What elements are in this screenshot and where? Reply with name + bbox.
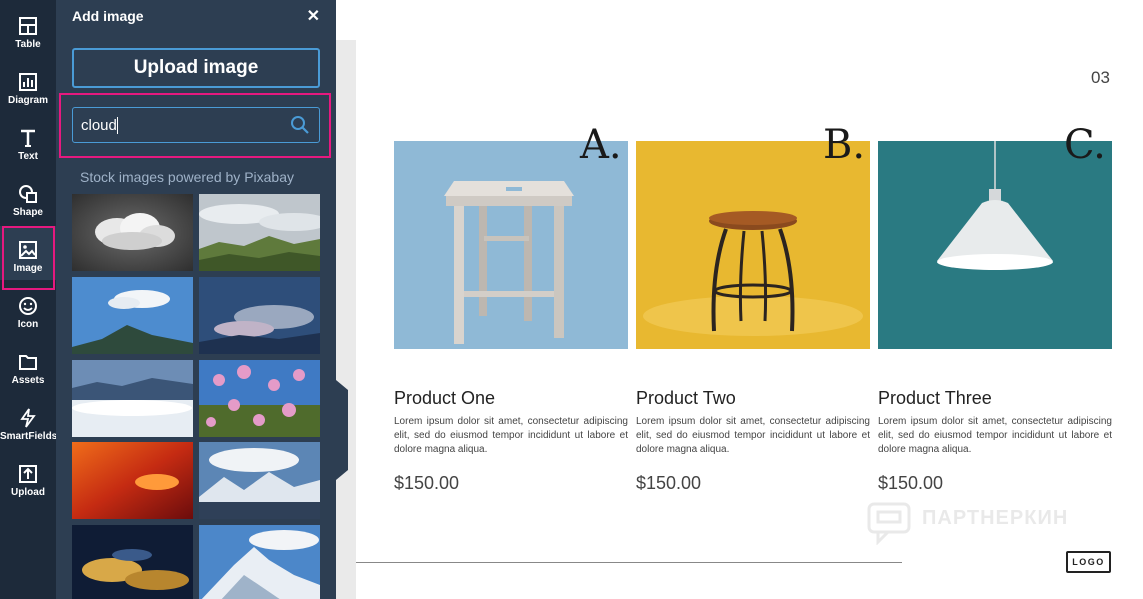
image-search-input[interactable] (81, 108, 281, 142)
rail-item-text[interactable]: Text (0, 114, 56, 168)
rail-label: Assets (11, 375, 45, 386)
product-price: $150.00 (636, 473, 702, 493)
rail-label: Text (18, 151, 38, 162)
rail-item-smartfields[interactable]: SmartFields (0, 394, 58, 448)
product-name: Product Three (878, 388, 992, 408)
shape-icon (19, 185, 37, 203)
stock-image-thumbnail[interactable] (72, 360, 193, 437)
watermark-text: ПАРТНЕРКИН (922, 507, 1069, 529)
product-letter: C. (1064, 122, 1106, 168)
smiley-icon (19, 297, 37, 315)
rail-item-upload[interactable]: Upload (0, 450, 56, 504)
image-icon (19, 241, 37, 259)
footer-rule (356, 562, 902, 563)
left-toolbar: Table Diagram Text Shape Image Icon Asse… (0, 0, 58, 599)
rail-label: SmartFields (0, 431, 58, 442)
close-panel-button[interactable]: ✕ (307, 6, 320, 26)
rail-item-table[interactable]: Table (0, 2, 56, 56)
text-caret (117, 117, 118, 134)
rail-label: Upload (11, 487, 45, 498)
rail-item-shape[interactable]: Shape (0, 170, 56, 224)
image-search-box[interactable] (72, 107, 320, 143)
add-image-panel: Add image ✕ Upload image Stock images po… (56, 0, 336, 599)
text-icon (21, 129, 35, 147)
product-price: $150.00 (878, 473, 944, 493)
stock-image-thumbnail[interactable] (72, 194, 193, 271)
stock-image-thumbnail[interactable] (72, 525, 193, 599)
rail-item-icon[interactable]: Icon (0, 282, 56, 336)
product-image-stool-metal[interactable] (636, 141, 870, 349)
product-description: Lorem ipsum dolor sit amet, consectetur … (394, 416, 628, 455)
product-letter: B. (823, 122, 866, 168)
stock-image-thumbnail[interactable] (199, 442, 320, 519)
watermark-logo-icon (867, 502, 911, 546)
folder-icon (19, 355, 37, 370)
product-price: $150.00 (394, 473, 460, 493)
product-image-stool[interactable] (394, 141, 628, 349)
search-icon[interactable] (290, 115, 310, 135)
stock-image-thumbnail[interactable] (199, 525, 320, 599)
rail-label: Image (13, 263, 43, 274)
stock-images-caption: Stock images powered by Pixabay (80, 169, 294, 185)
product-description: Lorem ipsum dolor sit amet, consectetur … (636, 416, 870, 455)
product-image-lamp[interactable] (878, 141, 1112, 349)
page-number: 03 (1091, 68, 1110, 87)
stock-image-thumbnail[interactable] (72, 277, 193, 354)
rail-item-image[interactable]: Image (0, 226, 56, 290)
panel-collapse-handle[interactable] (336, 380, 348, 480)
rail-item-diagram[interactable]: Diagram (0, 58, 56, 112)
upload-image-button[interactable]: Upload image (72, 48, 320, 88)
watermark: ПАРТНЕРКИН (866, 499, 1106, 549)
rail-label: Shape (12, 207, 43, 218)
lightning-icon (20, 408, 36, 428)
stock-image-thumbnail[interactable] (199, 194, 320, 271)
canvas-top-bar (336, 0, 1143, 40)
logo-placeholder[interactable]: LOGO (1066, 551, 1111, 573)
product-description: Lorem ipsum dolor sit amet, consectetur … (878, 416, 1112, 455)
panel-title: Add image (72, 8, 144, 24)
table-icon (19, 17, 37, 35)
rail-label: Icon (17, 319, 39, 330)
rail-label: Diagram (7, 95, 48, 106)
rail-item-assets[interactable]: Assets (0, 338, 56, 392)
stock-image-thumbnail[interactable] (199, 360, 320, 437)
stock-image-thumbnail[interactable] (72, 442, 193, 519)
product-name: Product One (394, 388, 496, 408)
diagram-icon (19, 73, 37, 91)
rail-label: Table (15, 39, 41, 50)
upload-icon (19, 465, 37, 483)
product-letter: A. (580, 122, 622, 168)
product-name: Product Two (636, 388, 736, 408)
stock-image-thumbnail[interactable] (199, 277, 320, 354)
